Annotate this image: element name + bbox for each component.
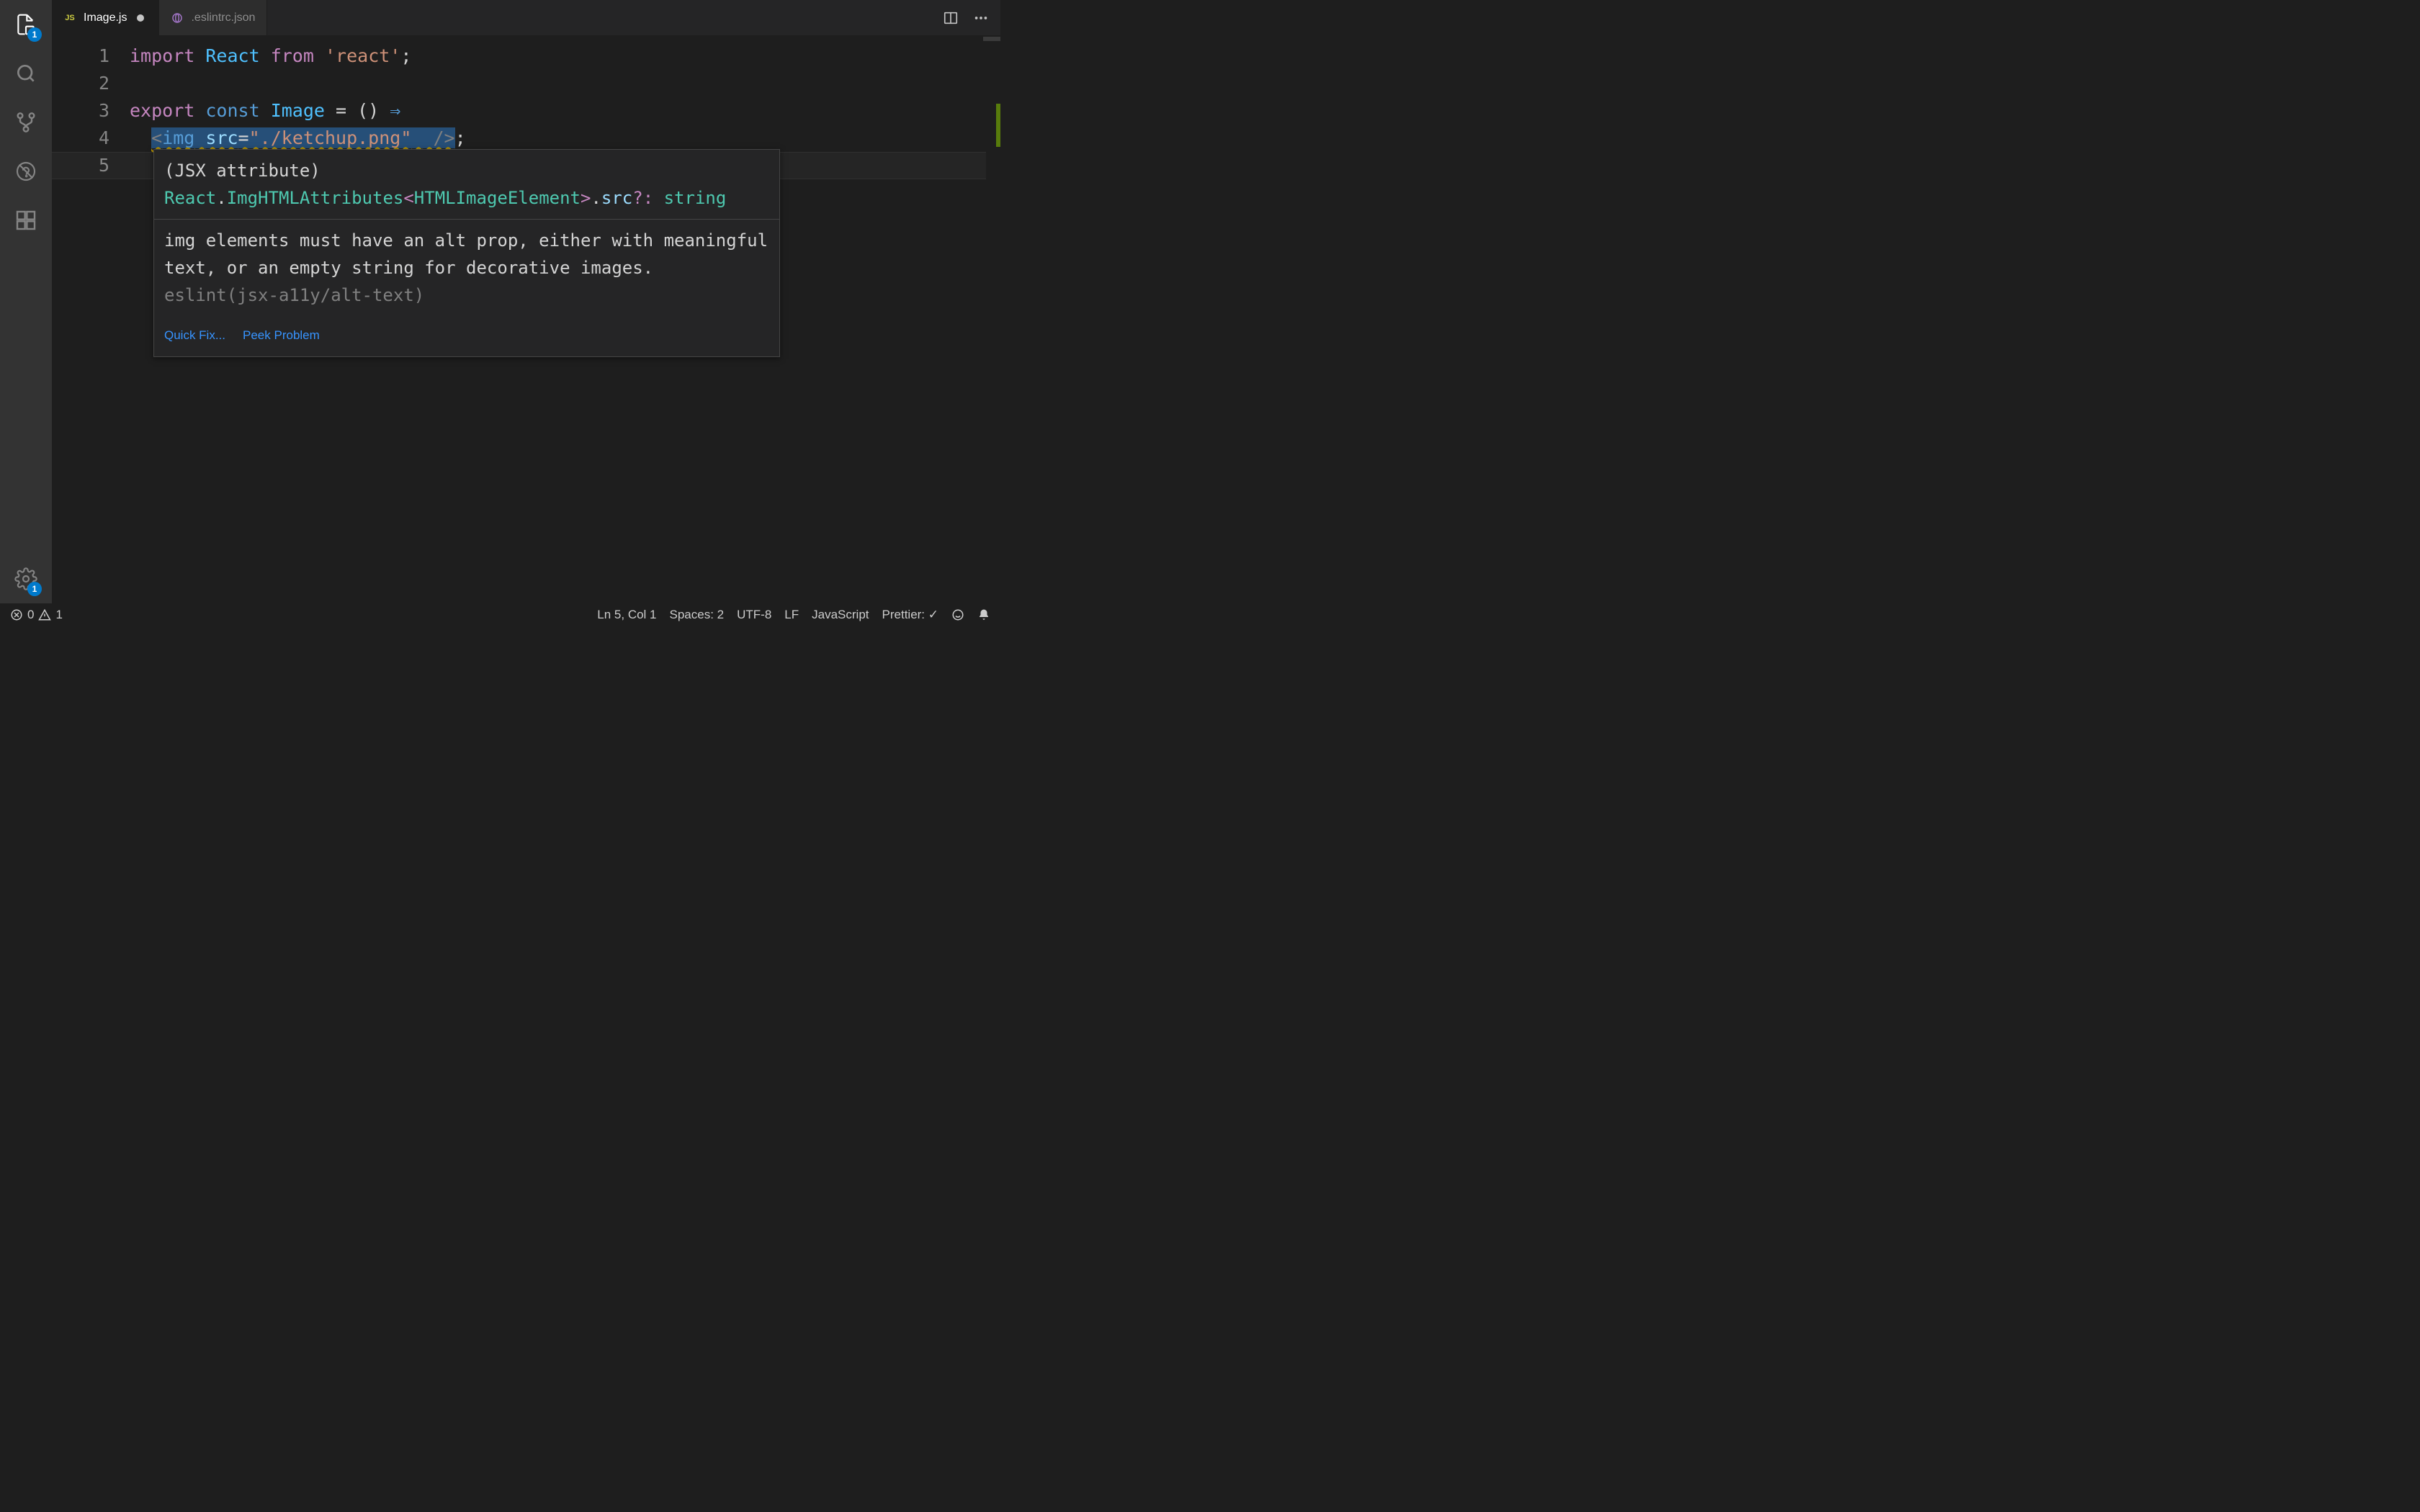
more-actions-icon[interactable] [973, 10, 989, 26]
tab-label: .eslintrc.json [191, 12, 255, 24]
debug-disabled-icon[interactable] [12, 157, 40, 186]
line-number-gutter: 1 2 3 4 5 [52, 35, 130, 603]
code-line[interactable]: import React from 'react'; [130, 42, 1000, 70]
status-bar: 0 1 Ln 5, Col 1 Spaces: 2 UTF-8 LF JavaS… [0, 603, 1000, 625]
peek-problem-link[interactable]: Peek Problem [243, 322, 320, 349]
json-file-icon [171, 12, 184, 24]
code-editor[interactable]: 1 2 3 4 5 import React from 'react'; exp… [52, 35, 1000, 603]
minimap-change-indicator [996, 104, 1000, 147]
extensions-icon[interactable] [12, 206, 40, 235]
status-cursor-position[interactable]: Ln 5, Col 1 [597, 608, 656, 622]
status-prettier[interactable]: Prettier: ✓ [882, 608, 938, 622]
settings-gear-icon[interactable]: 1 [12, 564, 40, 593]
tab-bar: JS Image.js .eslintrc.json [52, 0, 1000, 35]
javascript-file-icon: JS [63, 12, 76, 24]
split-editor-icon[interactable] [943, 10, 959, 26]
code-line[interactable] [130, 70, 1000, 97]
code-line[interactable]: export const Image = () ⇒ [130, 97, 1000, 125]
dirty-indicator-icon[interactable] [134, 12, 147, 24]
warning-icon [38, 608, 51, 621]
tab-image-js[interactable]: JS Image.js [52, 0, 159, 35]
status-language[interactable]: JavaScript [812, 608, 869, 622]
hover-lint-message: img elements must have an alt prop, eith… [154, 219, 779, 316]
quick-fix-link[interactable]: Quick Fix... [164, 322, 225, 349]
search-icon[interactable] [12, 59, 40, 88]
minimap[interactable] [983, 37, 1000, 41]
explorer-icon[interactable]: 1 [12, 10, 40, 39]
status-notifications-icon[interactable] [977, 608, 990, 621]
hover-tooltip: (JSX attribute) React.ImgHTMLAttributes<… [153, 149, 780, 357]
source-control-icon[interactable] [12, 108, 40, 137]
tab-label: Image.js [84, 12, 127, 24]
code-line[interactable]: <img src="./ketchup.png" />; [130, 125, 1000, 152]
explorer-badge: 1 [27, 27, 42, 42]
status-indentation[interactable]: Spaces: 2 [670, 608, 725, 622]
status-eol[interactable]: LF [784, 608, 799, 622]
status-feedback-icon[interactable] [951, 608, 964, 621]
tab-eslintrc-json[interactable]: .eslintrc.json [159, 0, 267, 35]
status-problems[interactable]: 0 1 [10, 608, 63, 622]
settings-badge: 1 [27, 582, 42, 596]
status-encoding[interactable]: UTF-8 [737, 608, 771, 622]
error-icon [10, 608, 23, 621]
hover-signature: (JSX attribute) React.ImgHTMLAttributes<… [154, 150, 779, 219]
activity-bar: 1 1 [0, 0, 52, 603]
